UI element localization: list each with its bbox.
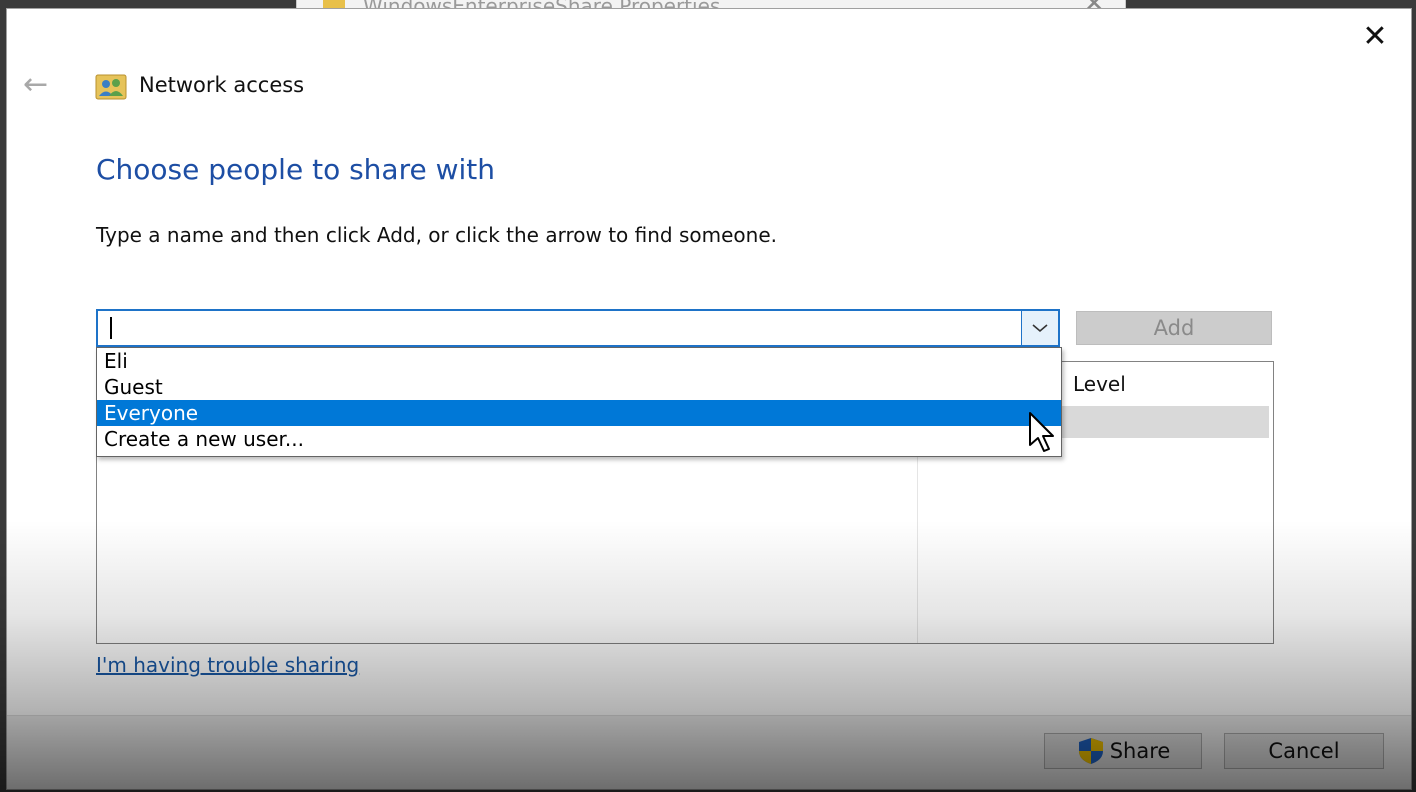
close-icon[interactable]: ✕	[1357, 19, 1393, 55]
back-arrow-icon[interactable]: ←	[23, 69, 63, 101]
dropdown-option-create-new-user[interactable]: Create a new user...	[97, 426, 1061, 452]
text-caret	[110, 317, 112, 339]
dropdown-option-eli[interactable]: Eli	[97, 348, 1061, 374]
wizard-title: Network access	[139, 73, 305, 97]
network-users-icon	[95, 74, 127, 100]
instructions-text: Type a name and then click Add, or click…	[96, 223, 777, 247]
cancel-button[interactable]: Cancel	[1224, 733, 1384, 769]
dialog-footer: Share Cancel	[7, 715, 1411, 789]
user-name-combobox[interactable]	[96, 309, 1060, 347]
trouble-sharing-link[interactable]: I'm having trouble sharing	[96, 653, 359, 677]
uac-shield-icon	[1078, 738, 1103, 764]
list-row-highlight	[1057, 406, 1269, 438]
share-button-label: Share	[1109, 739, 1171, 763]
user-dropdown-list[interactable]: Eli Guest Everyone Create a new user...	[96, 347, 1062, 457]
dropdown-option-guest[interactable]: Guest	[97, 374, 1061, 400]
chevron-down-icon[interactable]	[1021, 311, 1058, 345]
add-button[interactable]: Add	[1076, 311, 1272, 345]
dropdown-option-everyone[interactable]: Everyone	[97, 400, 1061, 426]
network-access-dialog: ✕ ← Network access Choose people to shar…	[6, 8, 1412, 790]
page-heading: Choose people to share with	[96, 153, 496, 186]
share-button[interactable]: Share	[1044, 733, 1202, 769]
mouse-pointer-icon	[1029, 412, 1054, 452]
permission-level-header[interactable]: Level	[1073, 372, 1126, 396]
user-name-input[interactable]	[98, 311, 1020, 345]
